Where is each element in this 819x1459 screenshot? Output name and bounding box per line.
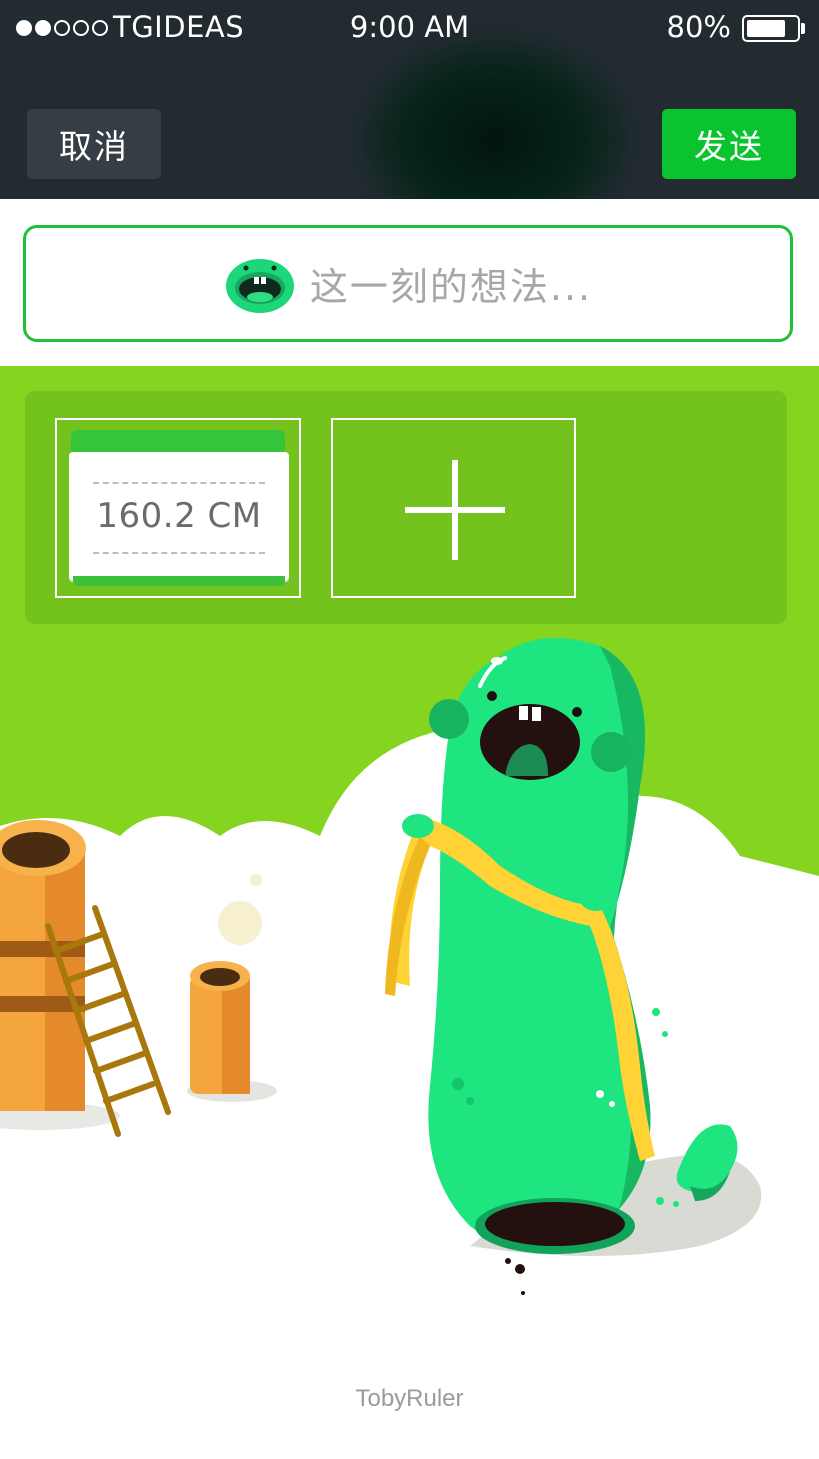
cancel-button[interactable]: 取消 <box>27 109 161 179</box>
add-photo-button[interactable] <box>331 418 576 598</box>
thought-input[interactable]: 这一刻的想法... <box>23 225 793 342</box>
monster-avatar-icon <box>225 258 294 313</box>
measurement-paper: 160.2 CM <box>69 452 289 580</box>
battery-percentage: 80% <box>666 10 731 44</box>
author-credit: TobyRuler <box>355 1385 464 1412</box>
status-bar: TGIDEAS 9:00 AM 80% <box>0 0 819 58</box>
send-button[interactable]: 发送 <box>662 109 796 179</box>
measurement-photo-thumbnail[interactable]: 160.2 CM <box>55 418 301 598</box>
measurement-value: 160.2 CM <box>96 496 262 536</box>
attachment-panel: 160.2 CM <box>25 391 787 624</box>
battery-tip <box>801 23 805 34</box>
blurred-background-shape <box>360 35 630 199</box>
tape-roll-bottom <box>73 576 285 586</box>
illustration-area: 160.2 CM <box>0 366 819 1326</box>
thought-placeholder: 这一刻的想法... <box>309 265 593 309</box>
battery-icon <box>742 15 800 42</box>
navigation-header: TGIDEAS 9:00 AM 80% 取消 发送 <box>0 0 819 199</box>
